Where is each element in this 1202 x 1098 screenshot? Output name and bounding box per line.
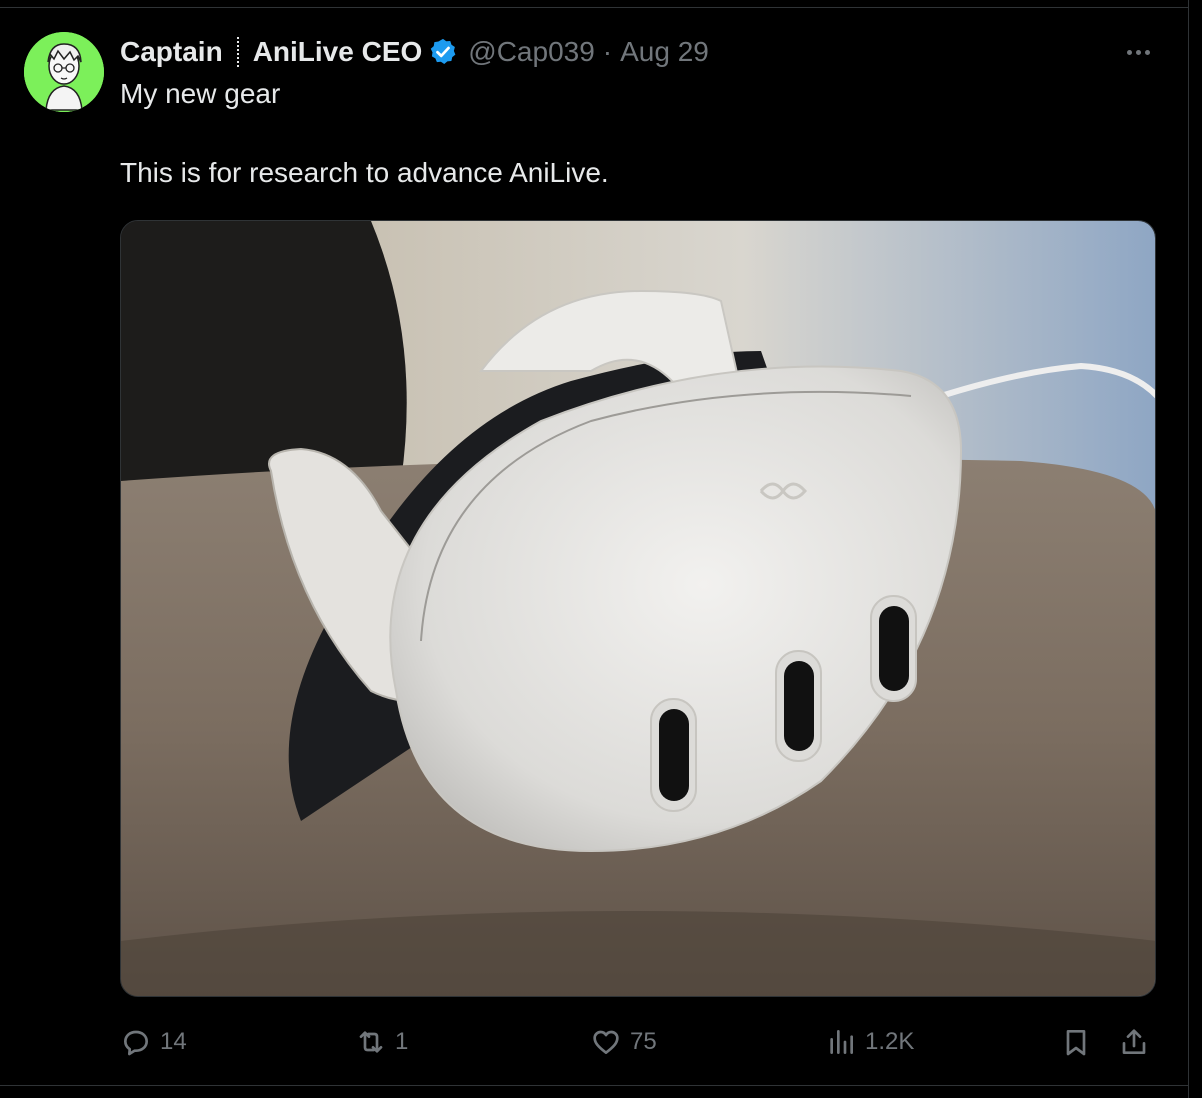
tweet-date[interactable]: Aug 29 [620, 36, 709, 68]
like-button[interactable]: 75 [590, 1020, 657, 1064]
retweet-icon [359, 1031, 383, 1053]
tweet-photo[interactable] [120, 220, 1156, 997]
bottom-divider [0, 1085, 1189, 1086]
avatar[interactable] [24, 32, 104, 112]
reply-count: 14 [160, 1028, 187, 1055]
share-button[interactable] [1118, 1020, 1150, 1064]
views-bar-icon [830, 1030, 853, 1054]
header-separator: · [602, 36, 613, 67]
bookmark-button[interactable] [1060, 1020, 1092, 1064]
author-name[interactable]: Captain [120, 36, 223, 68]
name-divider [236, 37, 239, 67]
author-affiliation[interactable]: AniLive CEO [253, 36, 423, 68]
views-count: 1.2K [865, 1028, 915, 1055]
top-divider [0, 7, 1189, 8]
author-handle[interactable]: @Cap039 [468, 36, 595, 68]
vr-headset-photo [121, 221, 1155, 996]
retweet-count: 1 [395, 1028, 409, 1055]
like-count: 75 [630, 1028, 657, 1055]
bookmark-icon [1066, 1030, 1086, 1056]
reply-icon [124, 1030, 148, 1056]
tweet-text-line-2: This is for research to advance AniLive. [120, 157, 609, 188]
views-button[interactable]: 1.2K [825, 1020, 914, 1064]
tweet-text-line-1: My new gear [120, 78, 281, 109]
tweet-header: Captain AniLive CEO @Cap039 · Aug 29 [120, 32, 709, 72]
avatar-illustration [24, 32, 104, 112]
retweet-button[interactable]: 1 [355, 1020, 408, 1064]
share-icon [1122, 1029, 1146, 1054]
tweet-actions: 14 1 75 1.2K [0, 1020, 1189, 1064]
more-horizontal-icon[interactable] [1118, 36, 1158, 68]
reply-button[interactable]: 14 [120, 1020, 187, 1064]
verified-badge-icon [431, 38, 456, 64]
heart-icon [593, 1030, 619, 1054]
tweet-card[interactable]: Captain AniLive CEO @Cap039 · Aug 29 My … [0, 0, 1189, 1098]
